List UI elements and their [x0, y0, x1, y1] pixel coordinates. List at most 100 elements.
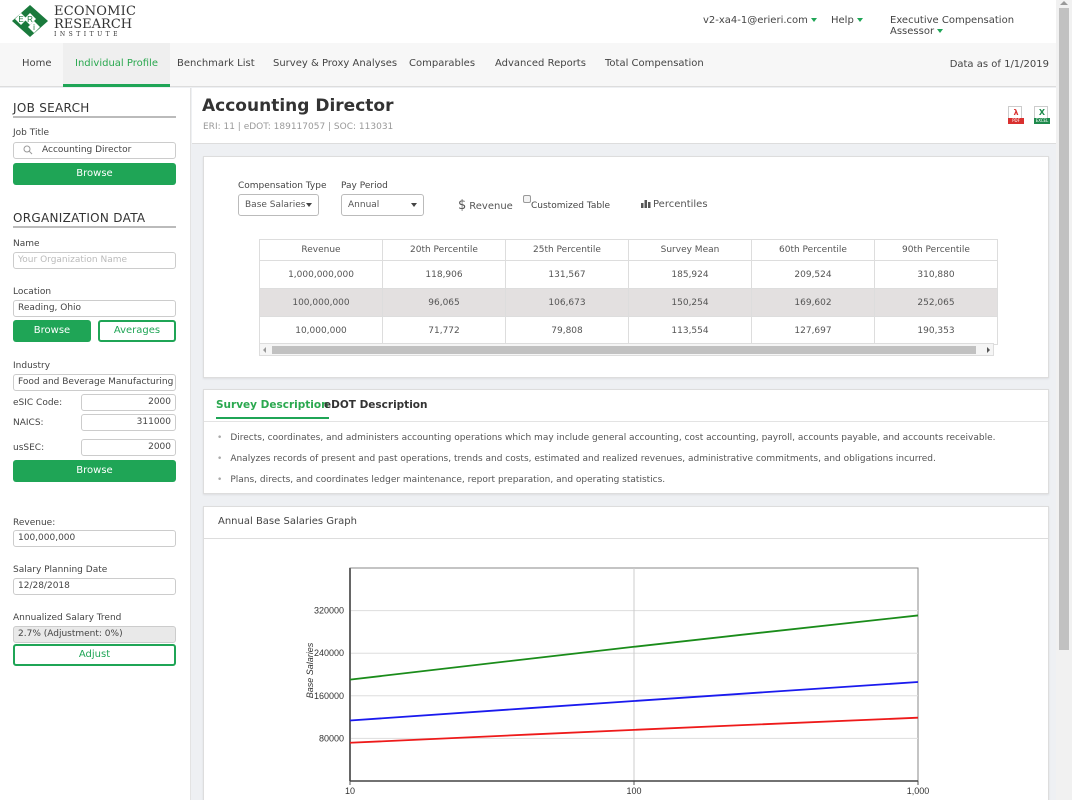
pay-period-select[interactable]: Annual	[341, 194, 424, 216]
salary-planning-date-input[interactable]: 12/28/2018	[13, 578, 176, 595]
table-cell: 96,065	[382, 288, 506, 317]
x-tick-label: 100	[626, 786, 641, 796]
nav-individual-profile[interactable]: Individual Profile	[63, 43, 170, 87]
customized-table-toggle[interactable]: Customized Table	[523, 195, 610, 211]
nav-survey-proxy-analyses[interactable]: Survey & Proxy Analyses	[261, 43, 409, 87]
table-horizontal-scrollbar[interactable]	[259, 343, 994, 356]
table-row[interactable]: 10,000,000 71,772 79,808 113,554 127,697…	[259, 316, 998, 345]
nav-total-compensation[interactable]: Total Compensation	[593, 43, 716, 87]
revenue-input[interactable]: 100,000,000	[13, 530, 176, 547]
job-title-input[interactable]: Accounting Director	[13, 142, 176, 159]
chevron-down-icon	[937, 29, 944, 33]
column-header[interactable]: Revenue	[259, 239, 383, 261]
compensation-type-value: Base Salaries	[245, 200, 306, 210]
pay-period-label: Pay Period	[341, 181, 388, 191]
list-item: Analyzes records of present and past ope…	[217, 452, 996, 473]
column-header[interactable]: 25th Percentile	[505, 239, 629, 261]
naics-input[interactable]: 311000	[81, 414, 176, 431]
main-nav: Home Individual Profile Benchmark List S…	[0, 43, 1056, 87]
pdf-export-icon[interactable]: λ PDF	[1008, 106, 1024, 124]
column-header[interactable]: 90th Percentile	[874, 239, 998, 261]
user-email: v2-xa4-1@erieri.com	[703, 15, 808, 26]
location-input[interactable]: Reading, Ohio	[13, 300, 176, 317]
help-menu[interactable]: Help	[831, 15, 863, 26]
table-row[interactable]: 1,000,000,000 118,906 131,567 185,924 20…	[259, 260, 998, 289]
job-header: Accounting Director ERI: 11 | eDOT: 1891…	[192, 88, 1056, 144]
salary-trend-label: Annualized Salary Trend	[13, 613, 122, 623]
page-scrollbar[interactable]	[1056, 0, 1072, 800]
product-menu[interactable]: Executive Compensation Assessor	[890, 15, 1056, 37]
salary-trend-field: 2.7% (Adjustment: 0%)	[13, 626, 176, 643]
industry-input[interactable]: Food and Beverage Manufacturing	[13, 374, 176, 391]
location-browse-button[interactable]: Browse	[13, 320, 91, 342]
tab-survey-description[interactable]: Survey Description	[216, 399, 329, 419]
job-search-heading: JOB SEARCH	[13, 101, 176, 118]
nav-comparables[interactable]: Comparables	[397, 43, 487, 87]
revenue-toggle-label: Revenue	[469, 201, 513, 212]
column-header[interactable]: Survey Mean	[628, 239, 752, 261]
logo-letter-i: i	[33, 23, 35, 32]
revenue-label: Revenue:	[13, 518, 56, 528]
organization-name-input[interactable]: Your Organization Name	[13, 252, 176, 269]
compensation-type-select[interactable]: Base Salaries	[238, 194, 319, 216]
job-browse-button[interactable]: Browse	[13, 163, 176, 185]
scroll-right-icon[interactable]	[987, 347, 990, 353]
table-header-row: Revenue 20th Percentile 25th Percentile …	[259, 239, 998, 261]
search-icon	[23, 144, 33, 158]
x-tick-label: 10	[345, 786, 355, 796]
graph-card: Annual Base Salaries Graph 80000 160000 24…	[203, 506, 1049, 800]
dropdown-arrow-icon	[411, 203, 417, 207]
scroll-left-icon[interactable]	[263, 347, 266, 353]
y-axis-label: Base Salaries	[305, 642, 315, 698]
table-cell: 185,924	[628, 260, 752, 289]
esic-label: eSIC Code:	[13, 398, 63, 408]
chevron-down-icon	[856, 18, 863, 22]
description-card: Survey Description eDOT Description Dire…	[203, 389, 1049, 494]
chevron-down-icon	[810, 18, 817, 22]
bar-chart-icon	[641, 198, 651, 211]
table-cell: 169,602	[751, 288, 875, 317]
page-scrollbar-thumb[interactable]	[1059, 8, 1069, 650]
adjust-button[interactable]: Adjust	[13, 644, 176, 666]
nav-home[interactable]: Home	[10, 43, 64, 87]
ussec-input[interactable]: 2000	[81, 439, 176, 456]
averages-button[interactable]: Averages	[98, 320, 176, 342]
user-menu[interactable]: v2-xa4-1@erieri.com	[703, 15, 817, 26]
list-item: Plans, directs, and coordinates ledger m…	[217, 473, 996, 494]
nav-advanced-reports[interactable]: Advanced Reports	[483, 43, 598, 87]
logo-line-3: INSTITUTE	[54, 30, 122, 38]
tab-edot-description[interactable]: eDOT Description	[324, 399, 428, 417]
esic-input[interactable]: 2000	[81, 394, 176, 411]
logo-line-2: RESEARCH	[54, 16, 133, 32]
table-cell: 310,880	[874, 260, 998, 289]
scrollbar-thumb[interactable]	[272, 346, 976, 354]
table-cell: 118,906	[382, 260, 506, 289]
customized-table-checkbox[interactable]	[523, 195, 531, 203]
industry-browse-button[interactable]: Browse	[13, 460, 176, 482]
table-row-selected[interactable]: 100,000,000 96,065 106,673 150,254 169,6…	[259, 288, 998, 317]
y-tick-label: 320000	[314, 606, 344, 616]
dollar-icon: $	[458, 198, 467, 213]
revenue-toggle[interactable]: $ Revenue	[458, 198, 513, 213]
table-cell: 100,000,000	[259, 288, 383, 317]
nav-benchmark-list[interactable]: Benchmark List	[165, 43, 267, 87]
column-header[interactable]: 60th Percentile	[751, 239, 875, 261]
industry-label: Industry	[13, 361, 51, 371]
scroll-up-icon[interactable]	[1060, 1, 1068, 5]
chart-grid	[349, 567, 919, 782]
table-cell: 10,000,000	[259, 316, 383, 345]
data-as-of: Data as of 1/1/2019	[949, 59, 1049, 70]
table-cell: 252,065	[874, 288, 998, 317]
description-list: Directs, coordinates, and administers ac…	[217, 431, 996, 494]
column-header[interactable]: 20th Percentile	[382, 239, 506, 261]
excel-export-icon[interactable]: X EXCEL	[1034, 106, 1050, 124]
logo-diamond-icon: E R i	[10, 4, 50, 38]
logo-wordmark: ECONOMIC RESEARCH INSTITUTE	[54, 5, 136, 38]
table-cell: 127,697	[751, 316, 875, 345]
compensation-type-label: Compensation Type	[238, 181, 327, 191]
table-cell: 79,808	[505, 316, 629, 345]
percentiles-toggle[interactable]: Percentiles	[641, 198, 708, 211]
salary-planning-date-label: Salary Planning Date	[13, 565, 108, 575]
eri-logo[interactable]: E R i ECONOMIC RESEARCH INSTITUTE	[10, 4, 136, 38]
salary-chart: 80000 160000 240000 320000 10 100 1,000 Base Sa…	[305, 567, 929, 796]
